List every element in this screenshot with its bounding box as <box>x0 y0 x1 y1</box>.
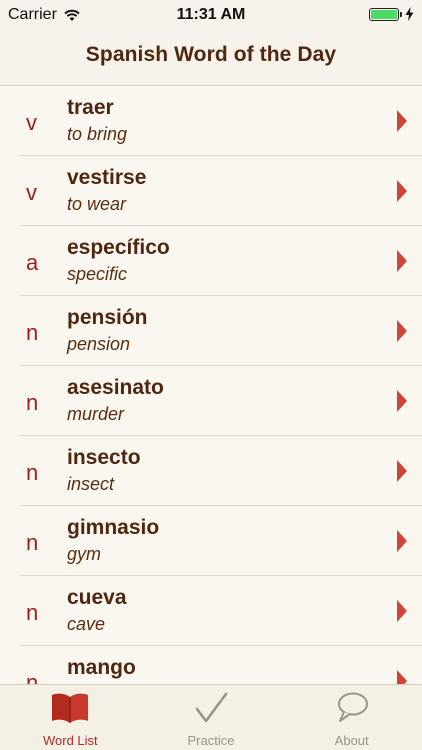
word-row[interactable]: v vestirse to wear <box>0 156 422 226</box>
page-title: Spanish Word of the Day <box>85 43 337 66</box>
battery-icon <box>369 7 399 21</box>
tab-word-list[interactable]: Word List <box>0 685 141 750</box>
chevron-right-icon <box>397 320 407 342</box>
part-of-speech: v <box>26 110 37 135</box>
tab-label: Word List <box>42 733 98 748</box>
status-bar: Carrier 11:31 AM <box>0 0 422 30</box>
tab-label: About <box>334 733 369 748</box>
chevron-right-icon <box>397 390 407 412</box>
tab-about[interactable]: About <box>281 685 422 750</box>
word-row[interactable]: v traer to bring <box>0 86 422 156</box>
chevron-right-icon <box>397 180 407 202</box>
english-translation: insect <box>67 474 115 494</box>
battery-fill <box>371 9 397 19</box>
spanish-word: vestirse <box>67 166 147 189</box>
english-translation: pension <box>67 334 131 354</box>
part-of-speech: n <box>26 460 39 485</box>
word-row[interactable]: n asesinato murder <box>0 366 422 436</box>
spanish-word: insecto <box>67 446 141 469</box>
word-row[interactable]: n gimnasio gym <box>0 506 422 576</box>
spanish-word: específico <box>67 236 170 259</box>
part-of-speech: n <box>26 390 39 415</box>
battery-tip <box>400 11 402 17</box>
word-row[interactable]: n pensión pension <box>0 296 422 366</box>
spanish-word: cueva <box>67 586 127 609</box>
word-row[interactable]: n insecto insect <box>0 436 422 506</box>
navigation-bar: Spanish Word of the Day <box>0 30 422 86</box>
english-translation: specific <box>67 264 128 284</box>
book-icon <box>52 693 89 723</box>
spanish-word: asesinato <box>67 376 164 399</box>
word-row[interactable]: n mango <box>0 646 422 684</box>
english-translation: to bring <box>67 124 128 144</box>
spanish-word: gimnasio <box>67 516 160 539</box>
part-of-speech: n <box>26 320 39 345</box>
chevron-right-icon <box>397 670 407 684</box>
chevron-right-icon <box>397 250 407 272</box>
speech-bubble-icon <box>337 692 368 722</box>
english-translation: gym <box>67 544 102 564</box>
checkmark-icon <box>195 692 228 723</box>
chevron-right-icon <box>397 110 407 132</box>
spanish-word: traer <box>67 96 114 119</box>
battery-indicator <box>369 7 414 21</box>
chevron-right-icon <box>397 600 407 622</box>
part-of-speech: n <box>26 670 39 684</box>
tab-bar: Word List Practice About <box>0 684 422 750</box>
english-translation: cave <box>67 614 106 634</box>
word-row[interactable]: n cueva cave <box>0 576 422 646</box>
chevron-right-icon <box>397 460 407 482</box>
part-of-speech: a <box>26 250 39 275</box>
part-of-speech: v <box>26 180 37 205</box>
status-time: 11:31 AM <box>176 6 246 23</box>
word-row[interactable]: a específico specific <box>0 226 422 296</box>
part-of-speech: n <box>26 600 39 625</box>
spanish-word: mango <box>67 656 136 679</box>
chevron-right-icon <box>397 530 407 552</box>
charging-bolt-icon <box>405 7 414 21</box>
tab-label: Practice <box>187 733 235 748</box>
spanish-word: pensión <box>67 306 148 329</box>
word-list[interactable]: v traer to bring v vestirse to wear a específic… <box>0 86 422 684</box>
tab-practice[interactable]: Practice <box>141 685 282 750</box>
part-of-speech: n <box>26 530 39 555</box>
english-translation: murder <box>67 404 125 424</box>
english-translation: to wear <box>67 194 127 214</box>
